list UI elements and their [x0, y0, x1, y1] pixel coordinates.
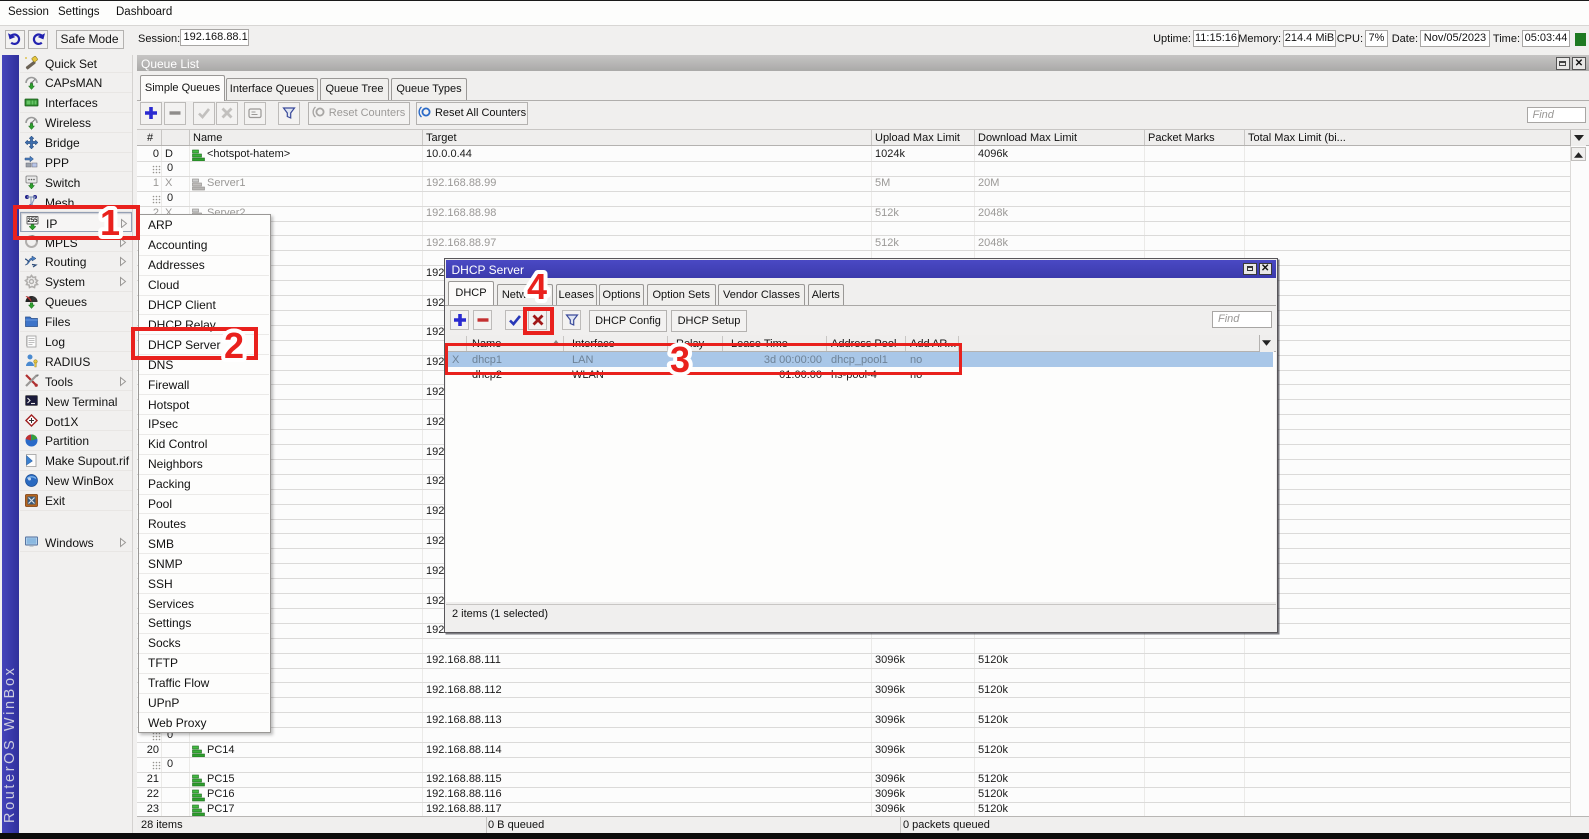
svg-text:4: 4 [527, 266, 547, 307]
svg-text:3: 3 [670, 339, 690, 380]
svg-text:1: 1 [100, 202, 120, 243]
svg-text:2: 2 [224, 325, 244, 366]
